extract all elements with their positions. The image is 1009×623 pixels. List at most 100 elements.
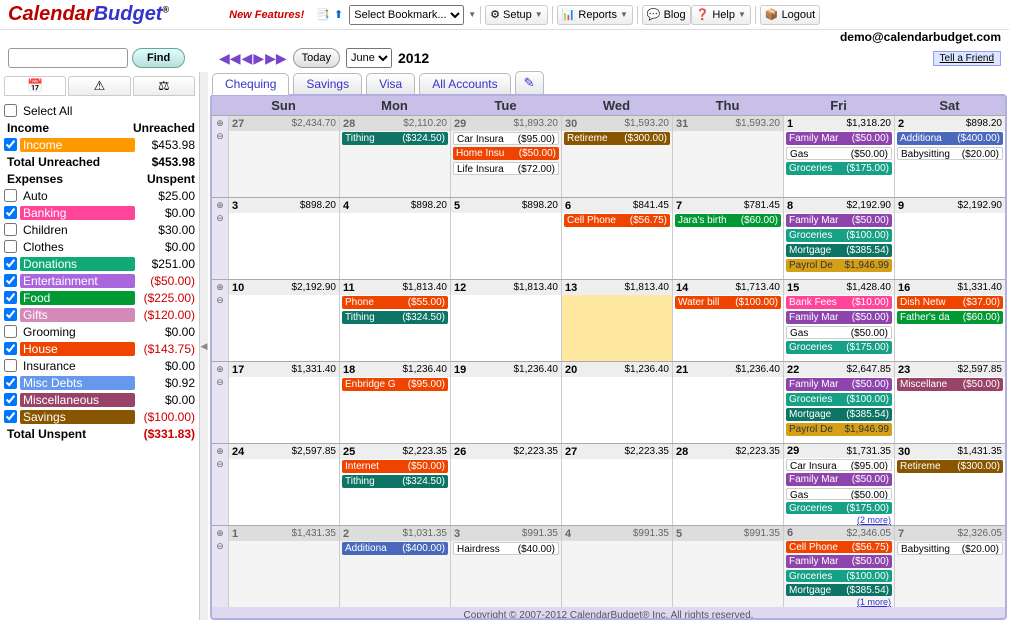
cat-check[interactable] — [4, 359, 17, 372]
select-all-checkbox[interactable] — [4, 104, 17, 117]
bookmark-icon[interactable]: 📑 — [316, 8, 330, 21]
day-cell[interactable]: 27$2,223.35 — [561, 444, 672, 525]
calendar-event[interactable]: Car Insura($95.00) — [453, 132, 559, 145]
expand-week-icon[interactable]: ⊕ — [216, 528, 224, 539]
expand-week-icon[interactable]: ⊕ — [216, 118, 224, 129]
calendar-event[interactable]: Retireme($300.00) — [897, 460, 1003, 473]
day-cell[interactable]: 28$2,223.35 — [672, 444, 783, 525]
logout-button[interactable]: 📦Logout — [760, 5, 820, 25]
collapse-week-icon[interactable]: ⊖ — [216, 459, 224, 470]
sidebar-tab-alert[interactable]: ⚠ — [68, 76, 130, 96]
day-cell[interactable]: 1$1,431.35 — [228, 526, 339, 607]
prev-month-icon[interactable]: ◀ — [242, 50, 253, 67]
cat-label[interactable]: Misc Debts — [20, 376, 135, 390]
calendar-event[interactable]: Family Mar($50.00) — [786, 311, 892, 324]
calendar-event[interactable]: Groceries($175.00) — [786, 502, 892, 514]
day-cell[interactable]: 2$898.20Additiona($400.00)Babysitting($2… — [894, 116, 1005, 197]
cat-check[interactable] — [4, 189, 17, 202]
day-cell[interactable]: 19$1,236.40 — [450, 362, 561, 443]
day-cell[interactable]: 11$1,813.40Phone($55.00)Tithing($324.50) — [339, 280, 450, 361]
setup-button[interactable]: ⚙Setup▼ — [485, 5, 548, 25]
day-cell[interactable]: 2$1,031.35Additiona($400.00) — [339, 526, 450, 607]
calendar-event[interactable]: Groceries($100.00) — [786, 393, 892, 406]
account-tab[interactable]: Visa — [366, 73, 415, 94]
day-cell[interactable]: 7$2,326.05Babysitting($20.00) — [894, 526, 1005, 607]
day-cell[interactable]: 6$2,346.05Cell Phone($56.75)Family Mar($… — [783, 526, 894, 607]
day-cell[interactable]: 14$1,713.40Water bill($100.00) — [672, 280, 783, 361]
calendar-event[interactable]: Cell Phone($56.75) — [564, 214, 670, 227]
tell-a-friend-button[interactable]: Tell a Friend — [933, 51, 1001, 66]
day-cell[interactable]: 21$1,236.40 — [672, 362, 783, 443]
collapse-week-icon[interactable]: ⊖ — [216, 213, 224, 224]
day-cell[interactable]: 1$1,318.20Family Mar($50.00)Gas($50.00)G… — [783, 116, 894, 197]
search-input[interactable] — [8, 48, 128, 68]
collapse-week-icon[interactable]: ⊖ — [216, 295, 224, 306]
calendar-event[interactable]: Cell Phone($56.75) — [786, 541, 892, 553]
calendar-event[interactable]: Tithing($324.50) — [342, 311, 448, 324]
day-cell[interactable]: 22$2,647.85Family Mar($50.00)Groceries($… — [783, 362, 894, 443]
day-cell[interactable]: 3$898.20 — [228, 198, 339, 279]
calendar-event[interactable]: Payrol De$1,946.99 — [786, 423, 892, 436]
calendar-event[interactable]: Car Insura($95.00) — [786, 459, 892, 471]
calendar-event[interactable]: Family Mar($50.00) — [786, 214, 892, 227]
expand-week-icon[interactable]: ⊕ — [216, 446, 224, 457]
expand-week-icon[interactable]: ⊕ — [216, 364, 224, 375]
calendar-event[interactable]: Gas($50.00) — [786, 488, 892, 500]
day-cell[interactable]: 31$1,593.20 — [672, 116, 783, 197]
month-select[interactable]: June — [346, 48, 392, 68]
calendar-event[interactable]: Enbridge G($95.00) — [342, 378, 448, 391]
calendar-event[interactable]: Tithing($324.50) — [342, 132, 448, 145]
cat-label[interactable]: Income — [20, 138, 135, 152]
calendar-event[interactable]: Family Mar($50.00) — [786, 378, 892, 391]
calendar-event[interactable]: Hairdress($40.00) — [453, 542, 559, 555]
calendar-event[interactable]: Dish Netw($37.00) — [897, 296, 1003, 309]
day-cell[interactable]: 29$1,893.20Car Insura($95.00)Home Insu($… — [450, 116, 561, 197]
cat-label[interactable]: Miscellaneous — [20, 393, 135, 407]
next-year-icon[interactable]: ▶▶ — [265, 50, 287, 67]
collapse-week-icon[interactable]: ⊖ — [216, 377, 224, 388]
cat-label[interactable]: Children — [20, 223, 135, 237]
calendar-event[interactable]: Miscellane($50.00) — [897, 378, 1003, 391]
cat-check[interactable] — [4, 376, 17, 389]
day-cell[interactable]: 27$2,434.70 — [228, 116, 339, 197]
collapse-week-icon[interactable]: ⊖ — [216, 131, 224, 142]
cat-check[interactable] — [4, 291, 17, 304]
account-tab[interactable]: Savings — [293, 73, 362, 94]
day-cell[interactable]: 16$1,331.40Dish Netw($37.00)Father's da(… — [894, 280, 1005, 361]
cat-label[interactable]: Gifts — [20, 308, 135, 322]
calendar-event[interactable]: Mortgage($385.54) — [786, 584, 892, 596]
calendar-event[interactable]: Family Mar($50.00) — [786, 132, 892, 145]
sidebar-tab-balance[interactable]: ⚖ — [133, 76, 195, 96]
day-cell[interactable]: 4$898.20 — [339, 198, 450, 279]
day-cell[interactable]: 13$1,813.40 — [561, 280, 672, 361]
cat-check[interactable] — [4, 240, 17, 253]
calendar-event[interactable]: Groceries($100.00) — [786, 229, 892, 242]
account-tab[interactable]: All Accounts — [419, 73, 510, 94]
day-cell[interactable]: 30$1,431.35Retireme($300.00) — [894, 444, 1005, 525]
calendar-event[interactable]: Bank Fees($10.00) — [786, 296, 892, 309]
calendar-event[interactable]: Babysitting($20.00) — [897, 542, 1003, 555]
day-cell[interactable]: 15$1,428.40Bank Fees($10.00)Family Mar($… — [783, 280, 894, 361]
calendar-event[interactable]: Tithing($324.50) — [342, 475, 448, 488]
calendar-event[interactable]: Jara's birth($60.00) — [675, 214, 781, 227]
more-events-link[interactable]: (2 more) — [784, 515, 894, 525]
calendar-event[interactable]: Groceries($175.00) — [786, 341, 892, 354]
edit-accounts-button[interactable]: ✎ — [515, 71, 544, 94]
cat-check-income[interactable] — [4, 138, 17, 151]
calendar-event[interactable]: Additiona($400.00) — [897, 132, 1003, 145]
more-events-link[interactable]: (1 more) — [784, 597, 894, 607]
find-button[interactable]: Find — [132, 48, 185, 68]
calendar-event[interactable]: Gas($50.00) — [786, 147, 892, 160]
cat-label[interactable]: Clothes — [20, 240, 135, 254]
calendar-event[interactable]: Home Insu($50.00) — [453, 147, 559, 160]
calendar-event[interactable]: Water bill($100.00) — [675, 296, 781, 309]
day-cell[interactable]: 29$1,731.35Car Insura($95.00)Family Mar(… — [783, 444, 894, 525]
cat-label[interactable]: House — [20, 342, 135, 356]
cat-label[interactable]: Savings — [20, 410, 135, 424]
day-cell[interactable]: 6$841.45Cell Phone($56.75) — [561, 198, 672, 279]
day-cell[interactable]: 3$991.35Hairdress($40.00) — [450, 526, 561, 607]
cat-label[interactable]: Insurance — [20, 359, 135, 373]
day-cell[interactable]: 4$991.35 — [561, 526, 672, 607]
cat-label[interactable]: Banking — [20, 206, 135, 220]
cat-check[interactable] — [4, 223, 17, 236]
